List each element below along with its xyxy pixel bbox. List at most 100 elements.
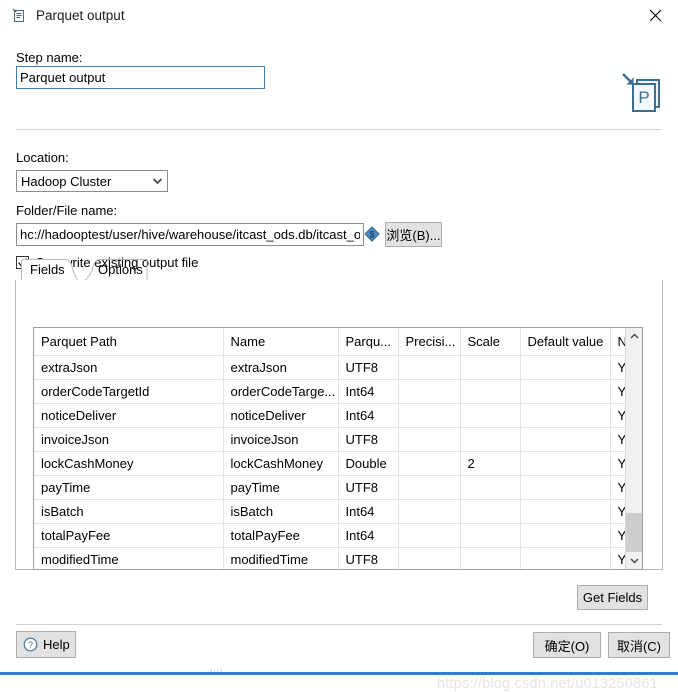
cell-scale[interactable] (460, 523, 521, 548)
column-header-precision[interactable]: Precisi... (398, 328, 461, 356)
cell-scale[interactable] (460, 355, 521, 380)
cell-precision[interactable] (398, 427, 461, 452)
cell-name[interactable]: orderCodeTarge... (223, 379, 339, 404)
cell-default[interactable] (520, 475, 611, 500)
cell-name[interactable]: payTime (223, 475, 339, 500)
browse-button[interactable]: 浏览(B)... (385, 222, 442, 247)
chevron-down-icon[interactable] (147, 171, 167, 191)
get-fields-button[interactable]: Get Fields (577, 585, 648, 610)
cell-type[interactable]: UTF8 (338, 427, 399, 452)
column-header-parquet-type[interactable]: Parqu... (338, 328, 399, 356)
location-value: Hadoop Cluster (21, 173, 112, 189)
dialog-body: P Step name: Location: Hadoop Cluster Fo… (0, 31, 678, 692)
cell-scale[interactable] (460, 547, 521, 569)
cell-scale[interactable]: 2 (460, 451, 521, 476)
separator-top (16, 129, 662, 130)
cell-default[interactable] (520, 523, 611, 548)
location-dropdown[interactable]: Hadoop Cluster (16, 170, 168, 192)
cell-precision[interactable] (398, 379, 461, 404)
cell-scale[interactable] (460, 403, 521, 428)
cell-default[interactable] (520, 547, 611, 569)
tab-options-label: Options (98, 262, 143, 277)
variable-diamond-icon[interactable]: $ (364, 226, 380, 242)
table-vertical-scrollbar[interactable] (625, 328, 642, 569)
cell-name[interactable]: isBatch (223, 499, 339, 524)
svg-text:$: $ (369, 230, 374, 240)
column-header-parquet-path[interactable]: Parquet Path (34, 328, 224, 356)
table-row[interactable]: extraJson extraJson UTF8 Y. (34, 355, 627, 380)
cell-precision[interactable] (398, 403, 461, 428)
cell-name[interactable]: noticeDeliver (223, 403, 339, 428)
cell-name[interactable]: invoiceJson (223, 427, 339, 452)
cell-scale[interactable] (460, 475, 521, 500)
cell-scale[interactable] (460, 379, 521, 404)
cell-parquet-path[interactable]: totalPayFee (34, 523, 224, 548)
cell-default[interactable] (520, 451, 611, 476)
cell-type[interactable]: Int64 (338, 499, 399, 524)
cell-default[interactable] (520, 427, 611, 452)
cancel-button[interactable]: 取消(C) (608, 632, 670, 658)
step-name-input[interactable] (16, 66, 265, 89)
scroll-thumb[interactable] (626, 513, 642, 552)
cell-parquet-path[interactable]: invoiceJson (34, 427, 224, 452)
chevron-down-icon (629, 558, 639, 564)
parquet-output-logo: P (620, 71, 666, 119)
tab-fields[interactable]: Fields (21, 259, 83, 281)
cell-scale[interactable] (460, 499, 521, 524)
cell-name[interactable]: totalPayFee (223, 523, 339, 548)
table-row[interactable]: modifiedTime modifiedTime UTF8 Y. (34, 547, 627, 569)
cell-parquet-path[interactable]: orderCodeTargetId (34, 379, 224, 404)
column-header-name[interactable]: Name (223, 328, 339, 356)
tab-folder: Fields Options Parquet Path Name Parqu..… (15, 259, 663, 570)
cell-type[interactable]: Int64 (338, 379, 399, 404)
table-row[interactable]: payTime payTime UTF8 Y. (34, 475, 627, 500)
cell-default[interactable] (520, 355, 611, 380)
svg-text:?: ? (28, 640, 33, 650)
cell-type[interactable]: UTF8 (338, 475, 399, 500)
close-button[interactable] (632, 0, 678, 31)
watermark: https://blog.csdn.net/u013250861 (437, 676, 658, 692)
cell-type[interactable]: UTF8 (338, 547, 399, 569)
column-header-scale[interactable]: Scale (460, 328, 521, 356)
help-button[interactable]: ? Help (16, 631, 76, 658)
table-row[interactable]: noticeDeliver noticeDeliver Int64 Y. (34, 403, 627, 428)
cell-name[interactable]: extraJson (223, 355, 339, 380)
tab-fields-label: Fields (30, 262, 65, 277)
cell-name[interactable]: lockCashMoney (223, 451, 339, 476)
cell-parquet-path[interactable]: extraJson (34, 355, 224, 380)
step-name-label: Step name: (16, 50, 83, 65)
cell-default[interactable] (520, 499, 611, 524)
table-row[interactable]: totalPayFee totalPayFee Int64 Y. (34, 523, 627, 548)
cell-scale[interactable] (460, 427, 521, 452)
cell-precision[interactable] (398, 547, 461, 569)
cell-default[interactable] (520, 379, 611, 404)
cell-parquet-path[interactable]: modifiedTime (34, 547, 224, 569)
cell-default[interactable] (520, 403, 611, 428)
scroll-up-arrow[interactable] (626, 328, 642, 345)
scroll-down-arrow[interactable] (626, 552, 642, 569)
cell-precision[interactable] (398, 355, 461, 380)
cell-parquet-path[interactable]: lockCashMoney (34, 451, 224, 476)
table-row[interactable]: isBatch isBatch Int64 Y. (34, 499, 627, 524)
cell-precision[interactable] (398, 451, 461, 476)
fields-table[interactable]: Parquet Path Name Parqu... Precisi... Sc… (33, 327, 643, 570)
column-header-default-value[interactable]: Default value (520, 328, 611, 356)
tab-options[interactable]: Options (83, 259, 153, 281)
cell-precision[interactable] (398, 499, 461, 524)
cell-type[interactable]: Int64 (338, 403, 399, 428)
folder-file-input[interactable] (16, 223, 364, 246)
cell-name[interactable]: modifiedTime (223, 547, 339, 569)
table-row[interactable]: lockCashMoney lockCashMoney Double 2 Y. (34, 451, 627, 476)
ok-button[interactable]: 确定(O) (533, 632, 601, 658)
cell-type[interactable]: UTF8 (338, 355, 399, 380)
cell-precision[interactable] (398, 523, 461, 548)
cell-type[interactable]: Double (338, 451, 399, 476)
cell-precision[interactable] (398, 475, 461, 500)
cell-type[interactable]: Int64 (338, 523, 399, 548)
cell-parquet-path[interactable]: payTime (34, 475, 224, 500)
table-row[interactable]: invoiceJson invoiceJson UTF8 Y. (34, 427, 627, 452)
window-title: Parquet output (36, 8, 125, 23)
cell-parquet-path[interactable]: noticeDeliver (34, 403, 224, 428)
cell-parquet-path[interactable]: isBatch (34, 499, 224, 524)
table-row[interactable]: orderCodeTargetId orderCodeTarge... Int6… (34, 379, 627, 404)
